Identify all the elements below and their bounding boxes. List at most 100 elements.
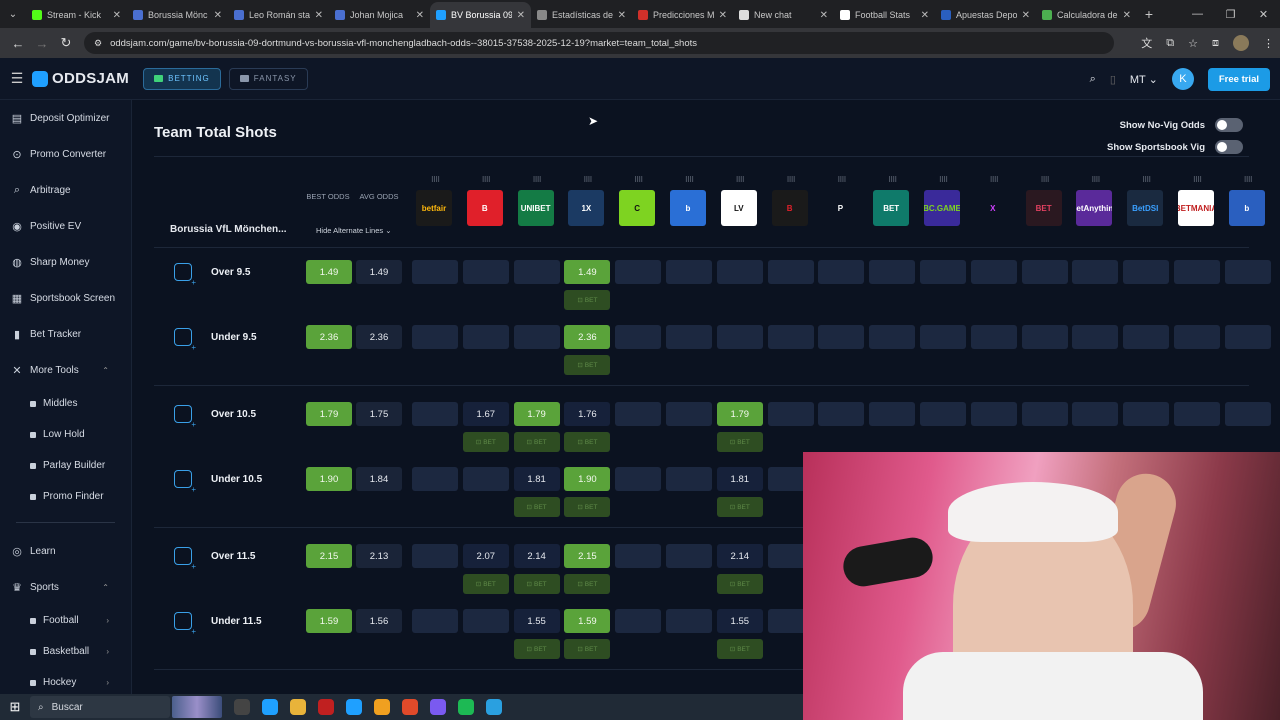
- add-to-tracker-icon[interactable]: [174, 328, 196, 352]
- sidebar-item[interactable]: ⊙ Promo Converter: [0, 136, 131, 172]
- sportsbook-logo[interactable]: BC.GAME: [924, 190, 960, 226]
- sportsbook-odds-cell[interactable]: [818, 260, 865, 284]
- sportsbook-column-header[interactable]: ⠿⠿ b: [1228, 176, 1267, 226]
- sportsbook-column-header[interactable]: ⠿⠿ b: [670, 176, 708, 226]
- sportsbook-odds-cell[interactable]: [1072, 260, 1119, 284]
- sportsbook-odds-cell[interactable]: [1021, 402, 1068, 426]
- sportsbook-odds-cell[interactable]: [869, 325, 916, 349]
- minimize-icon[interactable]: —: [1181, 0, 1214, 28]
- tab-close-icon[interactable]: ✕: [113, 10, 121, 21]
- sportsbook-odds-cell[interactable]: [615, 609, 662, 633]
- drag-handle-icon[interactable]: ⠿⠿: [1127, 176, 1165, 190]
- bet-button[interactable]: ⊡ BET: [462, 432, 509, 452]
- sportsbook-odds-cell[interactable]: [1123, 325, 1170, 349]
- back-icon[interactable]: ←: [6, 36, 30, 51]
- add-to-tracker-icon[interactable]: [174, 612, 196, 636]
- sportsbook-odds-cell[interactable]: [462, 325, 509, 349]
- sportsbook-odds-cell[interactable]: [920, 325, 966, 349]
- sportsbook-column-header[interactable]: ⠿⠿BETMANIA: [1178, 176, 1216, 226]
- sportsbook-odds-cell[interactable]: 2.14: [513, 544, 560, 568]
- sportsbook-odds-cell[interactable]: [666, 544, 712, 568]
- site-info-icon[interactable]: ⚙: [94, 38, 102, 49]
- sportsbook-odds-cell[interactable]: [1123, 260, 1170, 284]
- sidebar-item[interactable]: ▤ Deposit Optimizer: [0, 100, 131, 136]
- bookmark-star-icon[interactable]: ☆: [1188, 37, 1198, 50]
- best-odds-cell[interactable]: 2.36: [306, 325, 352, 349]
- sidebar-sport-item[interactable]: Football ›: [0, 605, 131, 636]
- drag-handle-icon[interactable]: ⠿⠿: [670, 176, 708, 190]
- bet-button[interactable]: ⊡ BET: [513, 639, 560, 659]
- sportsbook-column-header[interactable]: ⠿⠿ UNIBET: [517, 176, 556, 226]
- taskbar-search[interactable]: ⌕ Buscar: [30, 696, 170, 718]
- sportsbook-odds-cell[interactable]: [1174, 402, 1220, 426]
- spotify-icon[interactable]: [458, 699, 474, 715]
- sportsbook-odds-cell[interactable]: 1.55: [513, 609, 560, 633]
- sportsbook-odds-cell[interactable]: [412, 325, 458, 349]
- sportsbook-logo[interactable]: BetAnything: [1076, 190, 1113, 226]
- novig-toggle[interactable]: [1215, 118, 1243, 132]
- sidebar-subitem[interactable]: Parlay Builder: [0, 450, 131, 481]
- close-window-icon[interactable]: ✕: [1247, 0, 1280, 28]
- drag-handle-icon[interactable]: ⠿⠿: [1026, 176, 1064, 190]
- add-to-tracker-icon[interactable]: [174, 547, 196, 571]
- sportsbook-odds-cell[interactable]: [716, 325, 763, 349]
- drag-handle-icon[interactable]: ⠿⠿: [1229, 176, 1267, 190]
- calculator-icon[interactable]: ▯: [1110, 73, 1116, 86]
- bet-button[interactable]: ⊡ BET: [513, 432, 560, 452]
- sportsbook-column-header[interactable]: ⠿⠿ X: [974, 176, 1013, 226]
- bet-button[interactable]: ⊡ BET: [513, 497, 560, 517]
- sportsbook-logo[interactable]: P: [822, 190, 859, 226]
- sportsbook-odds-cell[interactable]: [666, 402, 712, 426]
- sportsbook-odds-cell[interactable]: 1.81: [716, 467, 763, 491]
- sportsbook-column-header[interactable]: ⠿⠿ LV: [720, 176, 759, 226]
- bet-button[interactable]: ⊡ BET: [716, 432, 763, 452]
- sportsbook-column-header[interactable]: ⠿⠿ BET: [1025, 176, 1064, 226]
- app-icon[interactable]: [318, 699, 334, 715]
- drag-handle-icon[interactable]: ⠿⠿: [518, 176, 556, 190]
- vig-toggle[interactable]: [1215, 140, 1243, 154]
- sidebar-item-sports[interactable]: ♛ Sports ⌃: [0, 569, 131, 605]
- sportsbook-logo[interactable]: BET: [1025, 190, 1062, 226]
- sidebar-item[interactable]: ◍ Sharp Money: [0, 244, 131, 280]
- sportsbook-odds-cell[interactable]: 1.79: [716, 402, 763, 426]
- bet-button[interactable]: ⊡ BET: [513, 574, 560, 594]
- sportsbook-odds-cell[interactable]: 1.67: [462, 402, 509, 426]
- hamburger-menu-icon[interactable]: ☰: [2, 70, 32, 87]
- sportsbook-odds-cell[interactable]: [666, 325, 712, 349]
- sidebar-sport-item[interactable]: Hockey ›: [0, 667, 131, 694]
- browser-tab[interactable]: BV Borussia 09 ✕: [430, 2, 531, 28]
- sportsbook-odds-cell[interactable]: [1123, 402, 1170, 426]
- extensions-icon[interactable]: ⧈: [1212, 37, 1219, 50]
- free-trial-button[interactable]: Free trial: [1207, 67, 1270, 91]
- sportsbook-logo[interactable]: 1X: [568, 190, 605, 226]
- add-to-tracker-icon[interactable]: [174, 470, 196, 494]
- sportsbook-odds-cell[interactable]: 1.55: [716, 609, 763, 633]
- sportsbook-odds-cell[interactable]: [462, 467, 509, 491]
- sportsbook-odds-cell[interactable]: [1072, 325, 1119, 349]
- browser-menu-icon[interactable]: ⋮: [1263, 37, 1274, 50]
- sportsbook-column-header[interactable]: ⠿⠿ BC.GAME: [924, 176, 962, 226]
- sportsbook-logo[interactable]: b: [670, 190, 706, 226]
- sportsbook-odds-cell[interactable]: [412, 609, 458, 633]
- sportsbook-odds-cell[interactable]: [615, 544, 662, 568]
- sportsbook-logo[interactable]: LV: [720, 190, 757, 226]
- task-view-icon[interactable]: [234, 699, 250, 715]
- browser-tab[interactable]: Johan Mojica ✕: [329, 2, 430, 28]
- sportsbook-column-header[interactable]: ⠿⠿ B: [466, 176, 505, 226]
- sportsbook-odds-cell[interactable]: [462, 260, 509, 284]
- bet-button[interactable]: ⊡ BET: [564, 432, 611, 452]
- sportsbook-odds-cell[interactable]: [412, 467, 458, 491]
- sportsbook-odds-cell[interactable]: [615, 325, 662, 349]
- sportsbook-logo[interactable]: BETMANIA: [1178, 190, 1214, 226]
- sportsbook-odds-cell[interactable]: [818, 402, 865, 426]
- drag-handle-icon[interactable]: ⠿⠿: [619, 176, 657, 190]
- sportsbook-odds-cell[interactable]: [1174, 260, 1220, 284]
- sportsbook-odds-cell[interactable]: 1.81: [513, 467, 560, 491]
- app-icon[interactable]: [430, 699, 446, 715]
- user-avatar[interactable]: K: [1171, 68, 1194, 90]
- sportsbook-odds-cell[interactable]: [513, 260, 560, 284]
- betting-toggle[interactable]: BETTING: [143, 67, 221, 90]
- browser-tab[interactable]: Estadísticas de ✕: [531, 2, 632, 28]
- sportsbook-logo[interactable]: C: [619, 190, 656, 226]
- tab-close-icon[interactable]: ✕: [416, 10, 424, 21]
